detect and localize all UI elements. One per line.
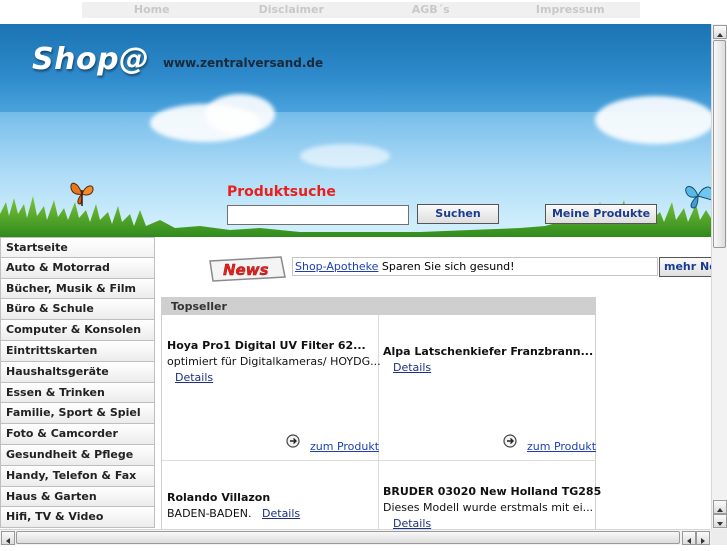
details-link[interactable]: Details — [175, 371, 213, 384]
scroll-down-button[interactable] — [713, 514, 727, 528]
news-badge: News — [209, 256, 286, 282]
search-label: Produktsuche — [227, 184, 336, 200]
product-card: Hoya Pro1 Digital UV Filter 62... optimi… — [162, 315, 381, 461]
news-ticker: Shop-Apotheke Sparen Sie sich gesund! — [292, 257, 658, 276]
sidebar-item-haus-garten[interactable]: Haus & Garten — [0, 486, 155, 508]
sidebar-item-buecher-musik-film[interactable]: Bücher, Musik & Film — [0, 278, 155, 300]
sidebar-item-foto-camcorder[interactable]: Foto & Camcorder — [0, 424, 155, 445]
product-card: Rolando Villazon BADEN-BADEN. Details — [162, 461, 379, 529]
details-link[interactable]: Details — [262, 507, 300, 520]
butterfly-icon — [70, 182, 94, 206]
topseller-header: Topseller — [162, 298, 595, 315]
sidebar-item-buero-schule[interactable]: Büro & Schule — [0, 299, 155, 321]
sidebar-item-eintrittskarten[interactable]: Eintrittskarten — [0, 340, 155, 362]
sidebar-item-handy-telefon-fax[interactable]: Handy, Telefon & Fax — [0, 465, 155, 487]
news-text: Sparen Sie sich gesund! — [378, 260, 515, 273]
sidebar-item-haushaltsgeraete[interactable]: Haushaltsgeräte — [0, 361, 155, 383]
nav-disclaimer-link[interactable]: Disclaimer — [222, 2, 362, 18]
arrow-left-icon — [6, 538, 10, 544]
nav-agb-link[interactable]: AGB´s — [361, 2, 501, 18]
scroll-right-button[interactable] — [696, 531, 710, 545]
top-navigation: Home Disclaimer AGB´s Impressum — [82, 2, 640, 18]
my-products-button[interactable]: Meine Produkte — [545, 204, 657, 224]
vertical-scrollbar[interactable] — [711, 24, 727, 529]
sidebar-item-essen-trinken[interactable]: Essen & Trinken — [0, 382, 155, 404]
scroll-left-button[interactable] — [1, 531, 15, 545]
site-url: www.zentralversand.de — [163, 56, 324, 70]
product-name[interactable]: Rolando Villazon — [167, 491, 270, 504]
page-viewport: Home Disclaimer AGB´s Impressum Shop@ ww… — [0, 0, 711, 529]
details-link[interactable]: Details — [393, 361, 431, 374]
scrollbar-corner — [711, 529, 727, 545]
horizontal-scrollbar[interactable] — [0, 529, 711, 545]
horizontal-scroll-thumb[interactable] — [16, 531, 680, 544]
more-news-button[interactable]: mehr News — [659, 257, 711, 277]
nav-impressum-link[interactable]: Impressum — [501, 2, 641, 18]
scroll-up-button[interactable] — [713, 25, 727, 39]
news-badge-text: News — [223, 261, 269, 279]
arrow-left-icon — [687, 538, 691, 544]
news-link[interactable]: Shop-Apotheke — [295, 260, 378, 273]
header-banner: Shop@ www.zentralversand.de Produktsuche… — [0, 24, 711, 237]
cloud-decoration — [205, 94, 275, 134]
product-description: BADEN-BADEN. — [167, 507, 252, 520]
product-name[interactable]: Alpa Latschenkiefer Franzbrann... — [383, 345, 593, 358]
product-card: Alpa Latschenkiefer Franzbrann... Detail… — [379, 315, 596, 461]
arrow-right-icon[interactable] — [286, 434, 300, 448]
product-name[interactable]: Hoya Pro1 Digital UV Filter 62... — [167, 339, 366, 352]
cloud-decoration — [595, 96, 711, 144]
scroll-left-button-right[interactable] — [682, 531, 696, 545]
search-button[interactable]: Suchen — [417, 204, 499, 224]
product-link[interactable]: zum Produkt — [310, 440, 379, 453]
cloud-decoration — [300, 144, 390, 168]
sidebar-item-startseite[interactable]: Startseite — [0, 237, 155, 258]
sidebar-item-gesundheit-pflege[interactable]: Gesundheit & Pflege — [0, 444, 155, 466]
sidebar-item-hifi-tv-video[interactable]: Hifi, TV & Video — [0, 507, 155, 529]
category-sidebar: Startseite Auto & Motorrad Bücher, Musik… — [0, 237, 155, 529]
arrow-right-icon[interactable] — [503, 434, 517, 448]
shop-logo[interactable]: Shop@ — [32, 42, 150, 77]
scroll-up-button-lower[interactable] — [713, 500, 727, 514]
topseller-panel: Topseller Hoya Pro1 Digital UV Filter 62… — [161, 297, 601, 529]
sidebar-item-auto-motorrad[interactable]: Auto & Motorrad — [0, 257, 155, 279]
product-description: Dieses Modell wurde erstmals mit ei... — [383, 501, 594, 514]
product-name[interactable]: BRUDER 03020 New Holland TG285 — [383, 485, 601, 498]
nav-home-link[interactable]: Home — [82, 2, 222, 18]
product-card: BRUDER 03020 New Holland TG285 Dieses Mo… — [379, 461, 601, 529]
blue-butterfly-icon — [685, 186, 711, 209]
details-link[interactable]: Details — [393, 517, 431, 529]
vertical-scroll-thumb[interactable] — [713, 40, 726, 248]
sidebar-item-computer-konsolen[interactable]: Computer & Konsolen — [0, 320, 155, 341]
product-link[interactable]: zum Produkt — [527, 440, 596, 453]
arrow-right-icon — [701, 538, 705, 544]
search-input[interactable] — [227, 205, 409, 225]
sidebar-item-familie-sport-spiel[interactable]: Familie, Sport & Spiel — [0, 403, 155, 425]
product-description: optimiert für Digitalkameras/ HOYDG... — [167, 355, 381, 368]
